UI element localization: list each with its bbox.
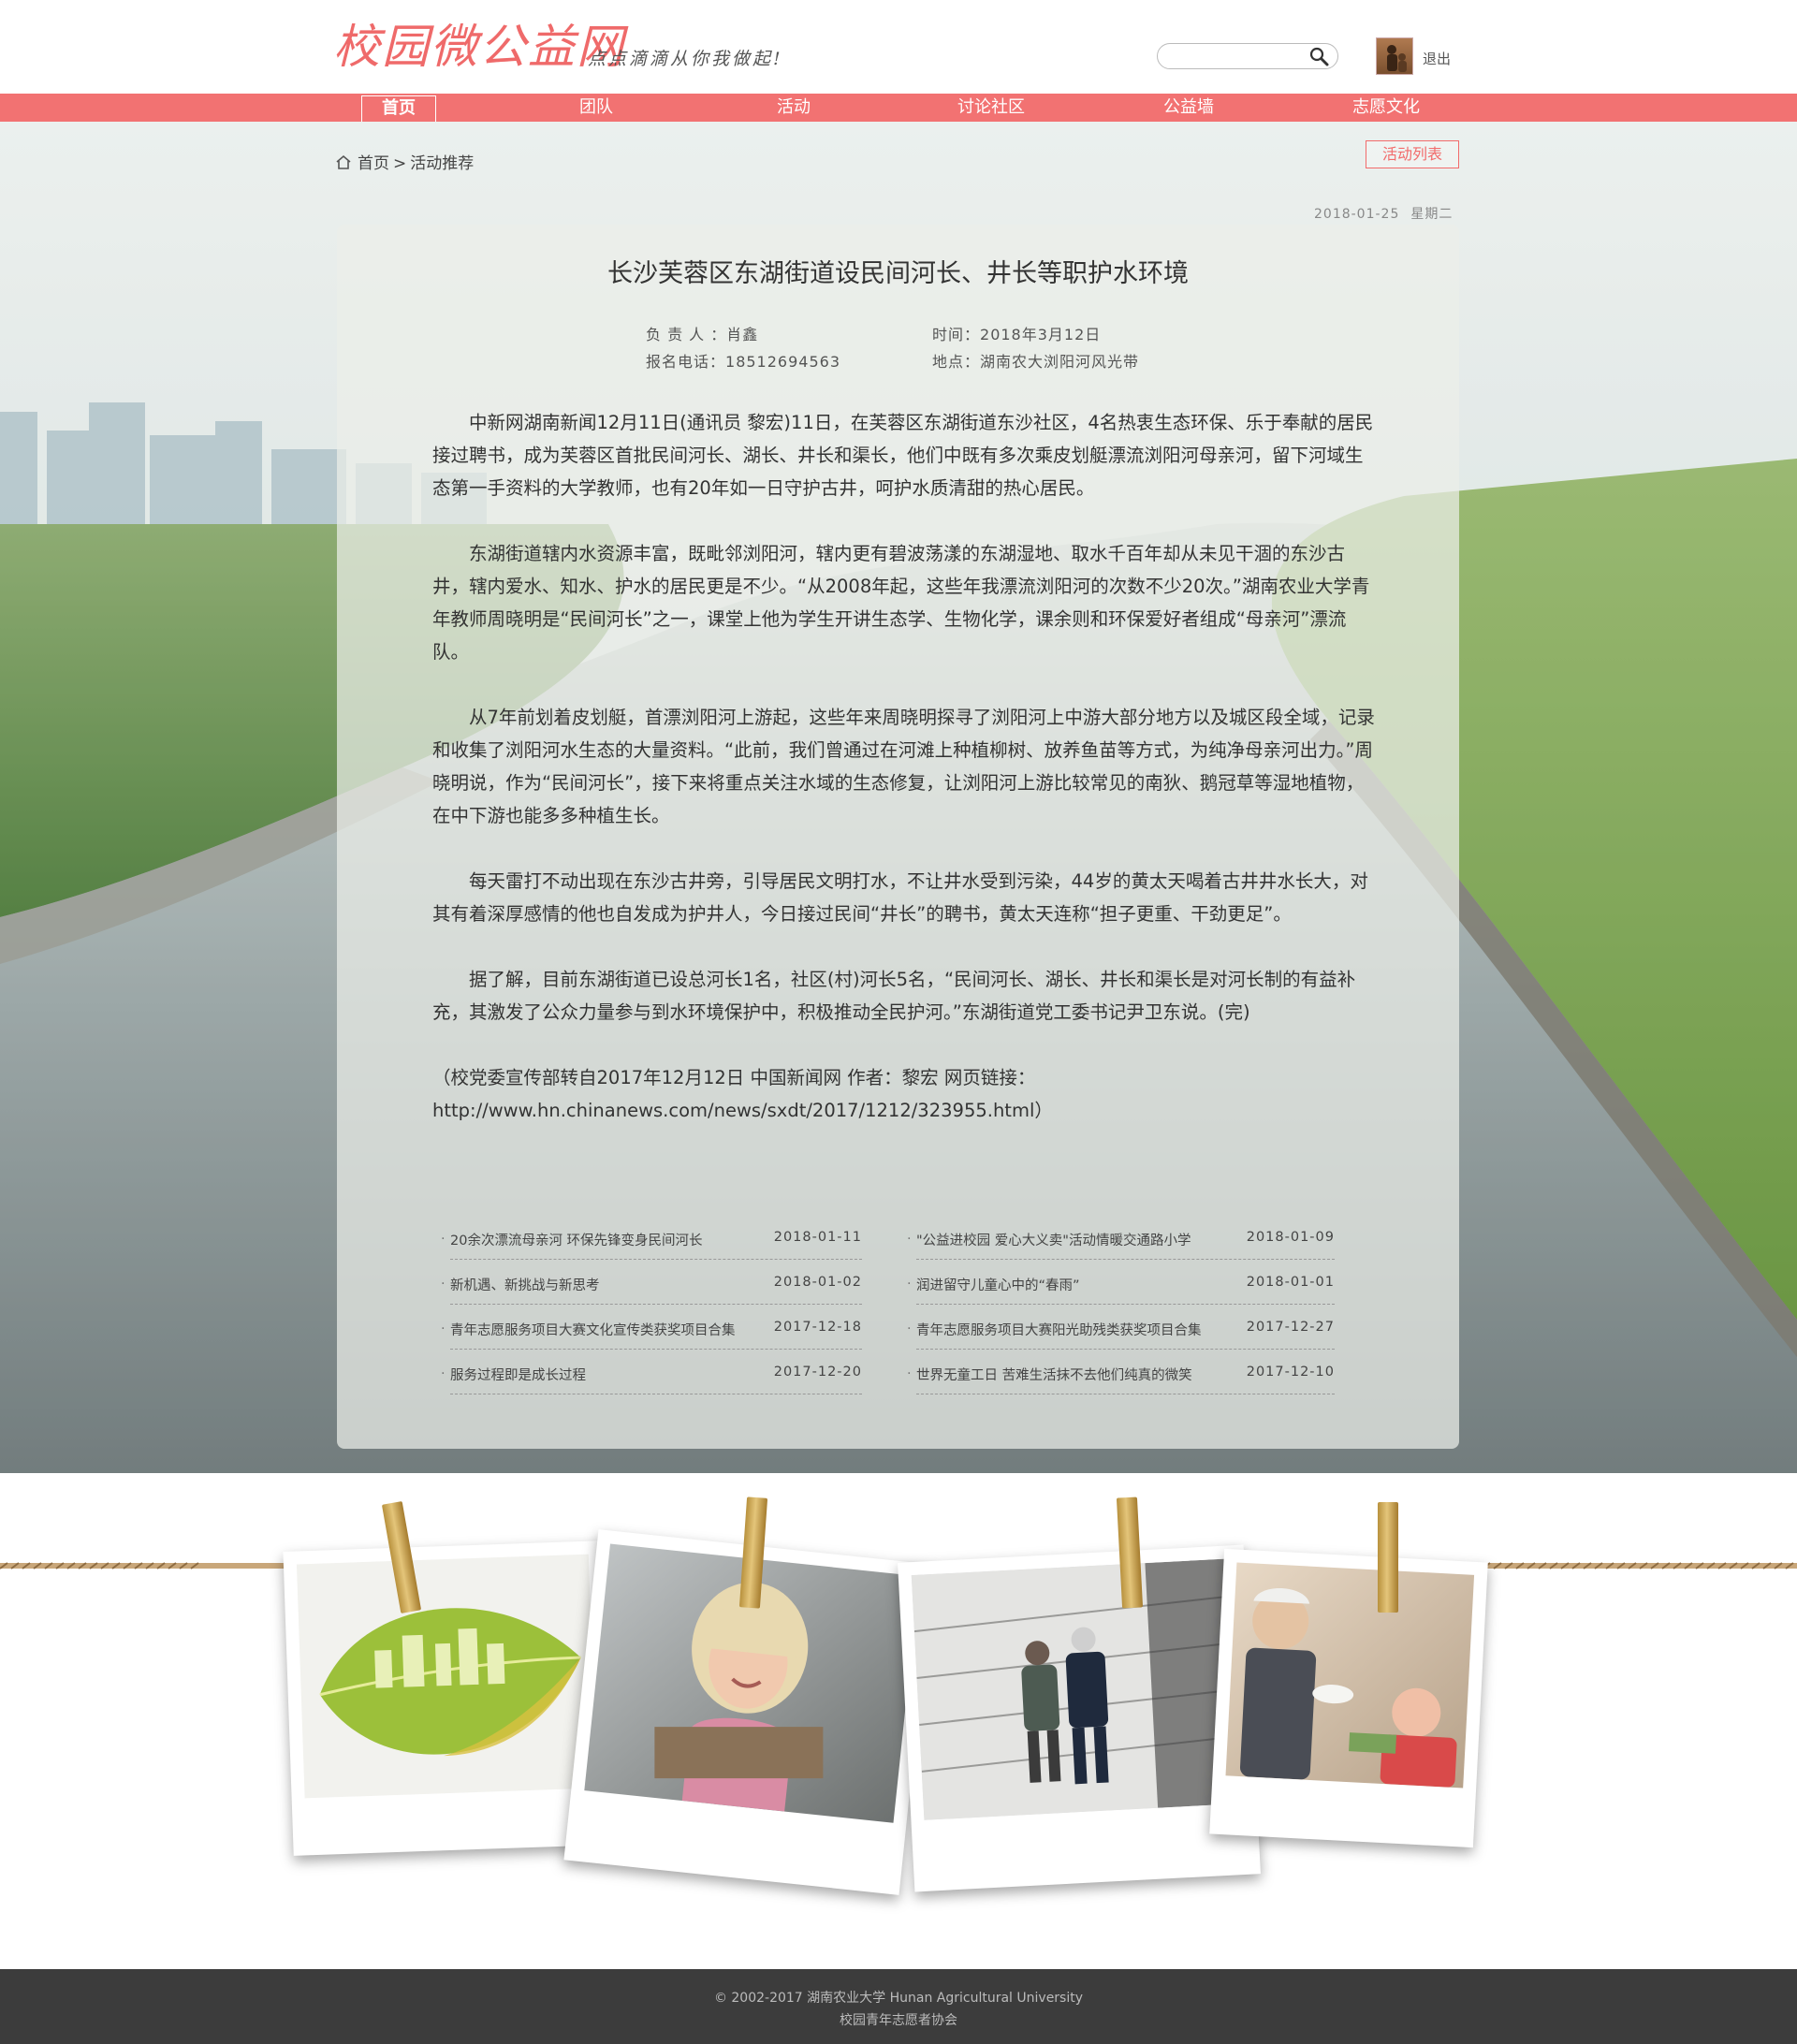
related-link[interactable]: · 青年志愿服务项目大赛文化宣传类获奖项目合集 2017-12-18 [441,1305,862,1350]
post-date: 2018-01-25 星期二 [1314,204,1453,223]
related-link[interactable]: · "公益进校园 爱心大义卖"活动情暖交通路小学 2018-01-09 [907,1215,1335,1260]
post-date-value: 2018-01-25 [1314,207,1400,222]
user-avatar[interactable] [1376,37,1413,75]
search-icon[interactable] [1308,45,1332,67]
nav-item-volunteer-culture[interactable]: 志愿文化 [1330,95,1442,121]
time-label: 时间： [932,326,981,343]
main-nav: 首页 团队 活动 讨论社区 公益墙 志愿文化 [0,94,1797,122]
post-weekday: 星期二 [1410,207,1454,222]
footer-org: 校园青年志愿者协会 [840,2013,957,2028]
site-logo[interactable]: 校园微公益网 [333,19,625,75]
elderly-couple-photo[interactable] [898,1544,1261,1892]
phone-label: 报名电话： [646,353,726,371]
related-link[interactable]: · 20余次漂流母亲河 环保先锋变身民间河长 2018-01-11 [441,1215,862,1260]
location-value: 湖南农大浏阳河风光带 [980,353,1140,371]
leader-value: 肖鑫 [726,326,759,343]
breadcrumb-separator: > [393,154,407,173]
article-source: （校党委宣传部转自2017年12月12日 中国新闻网 作者：黎宏 网页链接：ht… [432,1067,1053,1121]
site-slogan: 点点滴滴从你我做起! [588,49,783,69]
related-link[interactable]: · 新机遇、新挑战与新思考 2018-01-02 [441,1260,862,1305]
site-footer: © 2002-2017 湖南农业大学 Hunan Agricultural Un… [0,1969,1797,2044]
logout-link[interactable]: 退出 [1423,49,1451,68]
article-paragraph: 东湖街道辖内水资源丰富，既毗邻浏阳河，辖内更有碧波荡漾的东湖湿地、取水千百年却从… [432,543,1370,663]
article-paragraph: 中新网湖南新闻12月11日(通讯员 黎宏)11日，在芙蓉区东湖街道东沙社区，4名… [432,412,1374,499]
time-value: 2018年3月12日 [980,326,1102,343]
article-paragraph: 从7年前划着皮划艇，首漂浏阳河上游起，这些年来周晓明探寻了浏阳河上中游大部分地方… [432,707,1375,826]
search-box[interactable] [1157,43,1338,69]
leader-label: 负 责 人 ： [646,326,727,343]
activity-list-button[interactable]: 活动列表 [1366,140,1459,168]
nav-item-charity-wall[interactable]: 公益墙 [1132,95,1245,121]
nav-item-home[interactable]: 首页 [361,95,436,122]
phone-value: 18512694563 [725,353,840,371]
article-paragraph: 每天雷打不动出现在东沙古井旁，引导居民文明打水，不让井水受到污染，44岁的黄太天… [432,870,1368,925]
leaf-photo[interactable] [283,1540,612,1856]
location-info: 地点：湖南农大浏阳河风光带 [932,349,1139,372]
site-header: 校园微公益网 点点滴滴从你我做起! 退出 [0,0,1797,94]
nav-item-activities[interactable]: 活动 [738,95,850,121]
grandparent-baby-photo[interactable] [1209,1548,1488,1848]
breadcrumb-home[interactable]: 首页 [358,154,389,173]
nav-item-team[interactable]: 团队 [540,95,652,121]
phone-info: 报名电话：18512694563 [646,349,840,372]
home-icon[interactable] [335,154,352,175]
breadcrumb: 首页 > 活动推荐 [335,150,474,175]
article-title: 长沙芙蓉区东湖街道设民间河长、井长等职护水环境 [607,259,1189,288]
time-info: 时间：2018年3月12日 [932,322,1101,344]
article-panel: 长沙芙蓉区东湖街道设民间河长、井长等职护水环境 负 责 人 ：肖鑫 报名电话：1… [337,225,1459,1449]
related-link[interactable]: · 青年志愿服务项目大赛阳光助残类获奖项目合集 2017-12-27 [907,1305,1335,1350]
location-label: 地点： [932,353,981,371]
clothespin-icon [1378,1502,1398,1613]
leader-info: 负 责 人 ：肖鑫 [646,322,758,344]
related-link[interactable]: · 世界无童工日 苦难生活抹不去他们纯真的微笑 2017-12-10 [907,1350,1335,1394]
related-link[interactable]: · 润进留守儿童心中的“春雨” 2018-01-01 [907,1260,1335,1305]
search-input[interactable] [1167,47,1298,66]
breadcrumb-current[interactable]: 活动推荐 [410,154,474,173]
article-paragraph: 据了解，目前东湖街道已设总河长1名，社区(村)河长5名，“民间河长、湖长、井长和… [432,969,1356,1023]
nav-item-community[interactable]: 讨论社区 [935,95,1047,121]
related-link[interactable]: · 服务过程即是成长过程 2017-12-20 [441,1350,862,1394]
footer-copyright: © 2002-2017 湖南农业大学 Hunan Agricultural Un… [713,1991,1084,2006]
